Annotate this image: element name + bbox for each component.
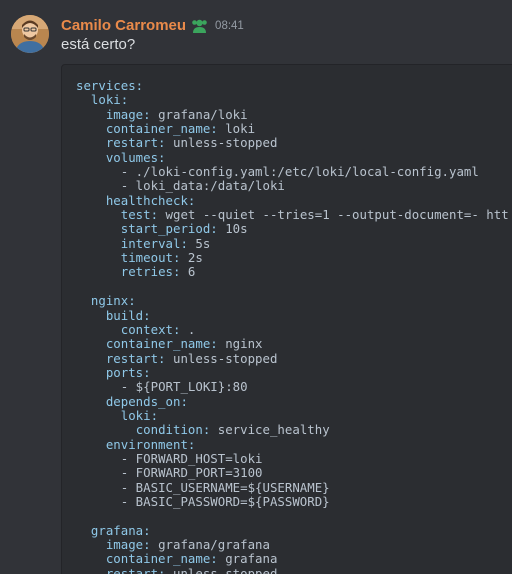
yaml-key: ports:	[105, 364, 151, 380]
yaml-key: environment:	[105, 436, 196, 452]
code-line: depends_on:	[76, 393, 512, 409]
yaml-value: .	[180, 321, 196, 337]
yaml-value: grafana	[217, 551, 278, 567]
user-avatar[interactable]	[11, 15, 49, 53]
code-line: container_name: grafana	[76, 552, 512, 566]
code-line: timeout: 2s	[76, 250, 512, 266]
yaml-value: service_healthy	[210, 422, 330, 438]
yaml-value: 10s	[217, 221, 248, 237]
code-line: environment:	[76, 436, 512, 452]
yaml-value: 6	[180, 264, 196, 280]
code-line: image: grafana/grafana	[76, 537, 512, 552]
code-line: - ${PORT_LOKI}:80	[76, 380, 512, 394]
yaml-key: build:	[105, 307, 151, 323]
yaml-key: volumes:	[105, 149, 166, 165]
code-line: - FORWARD_HOST=loki	[76, 450, 512, 466]
code-line: start_period: 10s	[76, 222, 512, 236]
yaml-key: context:	[120, 321, 181, 337]
green-role-badge-icon[interactable]	[191, 17, 208, 34]
yaml-key: image:	[105, 537, 151, 552]
yaml-value: - loki_data:/data/loki	[120, 178, 285, 194]
yaml-value: grafana/loki	[150, 106, 248, 122]
yaml-key: container_name:	[105, 551, 218, 567]
code-line: grafana:	[76, 522, 512, 538]
yaml-value: 5s	[187, 235, 211, 251]
yaml-key: container_name:	[105, 336, 218, 352]
code-line: - loki_data:/data/loki	[76, 179, 512, 193]
yaml-value: wget --quiet --tries=1 --output-document…	[158, 207, 509, 223]
yaml-key: grafana:	[90, 522, 151, 538]
message-timestamp[interactable]: 08:41	[215, 20, 244, 32]
code-line: container_name: loki	[76, 121, 512, 137]
code-line: image: grafana/loki	[76, 106, 512, 122]
code-line: container_name: nginx	[76, 337, 512, 351]
yaml-key: nginx:	[90, 293, 136, 309]
code-line: nginx:	[76, 293, 512, 309]
yaml-key: image:	[105, 106, 151, 122]
yaml-key: restart:	[105, 350, 166, 366]
code-line: restart: unless-stopped	[76, 136, 512, 150]
code-line: context: .	[76, 321, 512, 337]
code-line: loki:	[76, 407, 512, 423]
yaml-value: - ${PORT_LOKI}:80	[120, 379, 248, 395]
yaml-key: container_name:	[105, 121, 218, 137]
code-line: - FORWARD_PORT=3100	[76, 466, 512, 480]
avatar-image	[11, 15, 49, 53]
code-line: interval: 5s	[76, 235, 512, 251]
yaml-key: restart:	[105, 135, 166, 151]
yaml-key: restart:	[105, 565, 166, 574]
code-line: - BASIC_PASSWORD=${PASSWORD}	[76, 493, 512, 509]
yaml-value: - ./loki-config.yaml:/etc/loki/local-con…	[120, 164, 479, 180]
yaml-value: - BASIC_USERNAME=${USERNAME}	[120, 479, 330, 495]
yaml-value: unless-stopped	[165, 135, 278, 151]
code-line: - BASIC_USERNAME=${USERNAME}	[76, 479, 512, 495]
code-line: - ./loki-config.yaml:/etc/loki/local-con…	[76, 164, 512, 180]
code-line: services:	[76, 78, 512, 93]
yaml-key: interval:	[120, 235, 188, 251]
code-line: healthcheck:	[76, 192, 512, 208]
code-line: loki:	[76, 93, 512, 107]
yaml-key: healthcheck:	[105, 192, 196, 208]
code-line: restart: unless-stopped	[76, 565, 512, 574]
code-content: services: loki: image: grafana/loki cont…	[62, 65, 512, 574]
code-block[interactable]: services: loki: image: grafana/loki cont…	[61, 64, 512, 574]
yaml-value: 2s	[180, 250, 203, 266]
yaml-value: nginx	[217, 336, 263, 352]
code-line: condition: service_healthy	[76, 423, 512, 437]
yaml-value: unless-stopped	[165, 350, 278, 366]
code-line: volumes:	[76, 149, 512, 165]
message-header: Camilo Carromeu 08:41	[61, 15, 244, 35]
yaml-key: services:	[76, 78, 144, 93]
code-line: ports:	[76, 364, 512, 380]
yaml-key: timeout:	[120, 250, 181, 266]
yaml-value: - FORWARD_HOST=loki	[120, 450, 263, 466]
yaml-key: test:	[120, 207, 159, 223]
code-line: build:	[76, 307, 512, 323]
yaml-key: loki:	[90, 92, 129, 108]
yaml-value: unless-stopped	[165, 565, 278, 574]
yaml-key: depends_on:	[105, 393, 188, 409]
yaml-value: loki	[217, 121, 256, 137]
username[interactable]: Camilo Carromeu	[61, 17, 186, 34]
yaml-key: retries:	[120, 264, 181, 280]
yaml-key: condition:	[135, 422, 211, 438]
yaml-key: loki:	[120, 407, 159, 423]
code-line: test: wget --quiet --tries=1 --output-do…	[76, 207, 512, 223]
code-line: retries: 6	[76, 265, 512, 279]
yaml-key: start_period:	[120, 221, 218, 237]
yaml-value: grafana/grafana	[150, 537, 270, 552]
code-line: restart: unless-stopped	[76, 350, 512, 366]
yaml-value: - BASIC_PASSWORD=${PASSWORD}	[120, 493, 330, 509]
message-text: está certo?	[61, 36, 136, 53]
yaml-value: - FORWARD_PORT=3100	[120, 465, 263, 481]
